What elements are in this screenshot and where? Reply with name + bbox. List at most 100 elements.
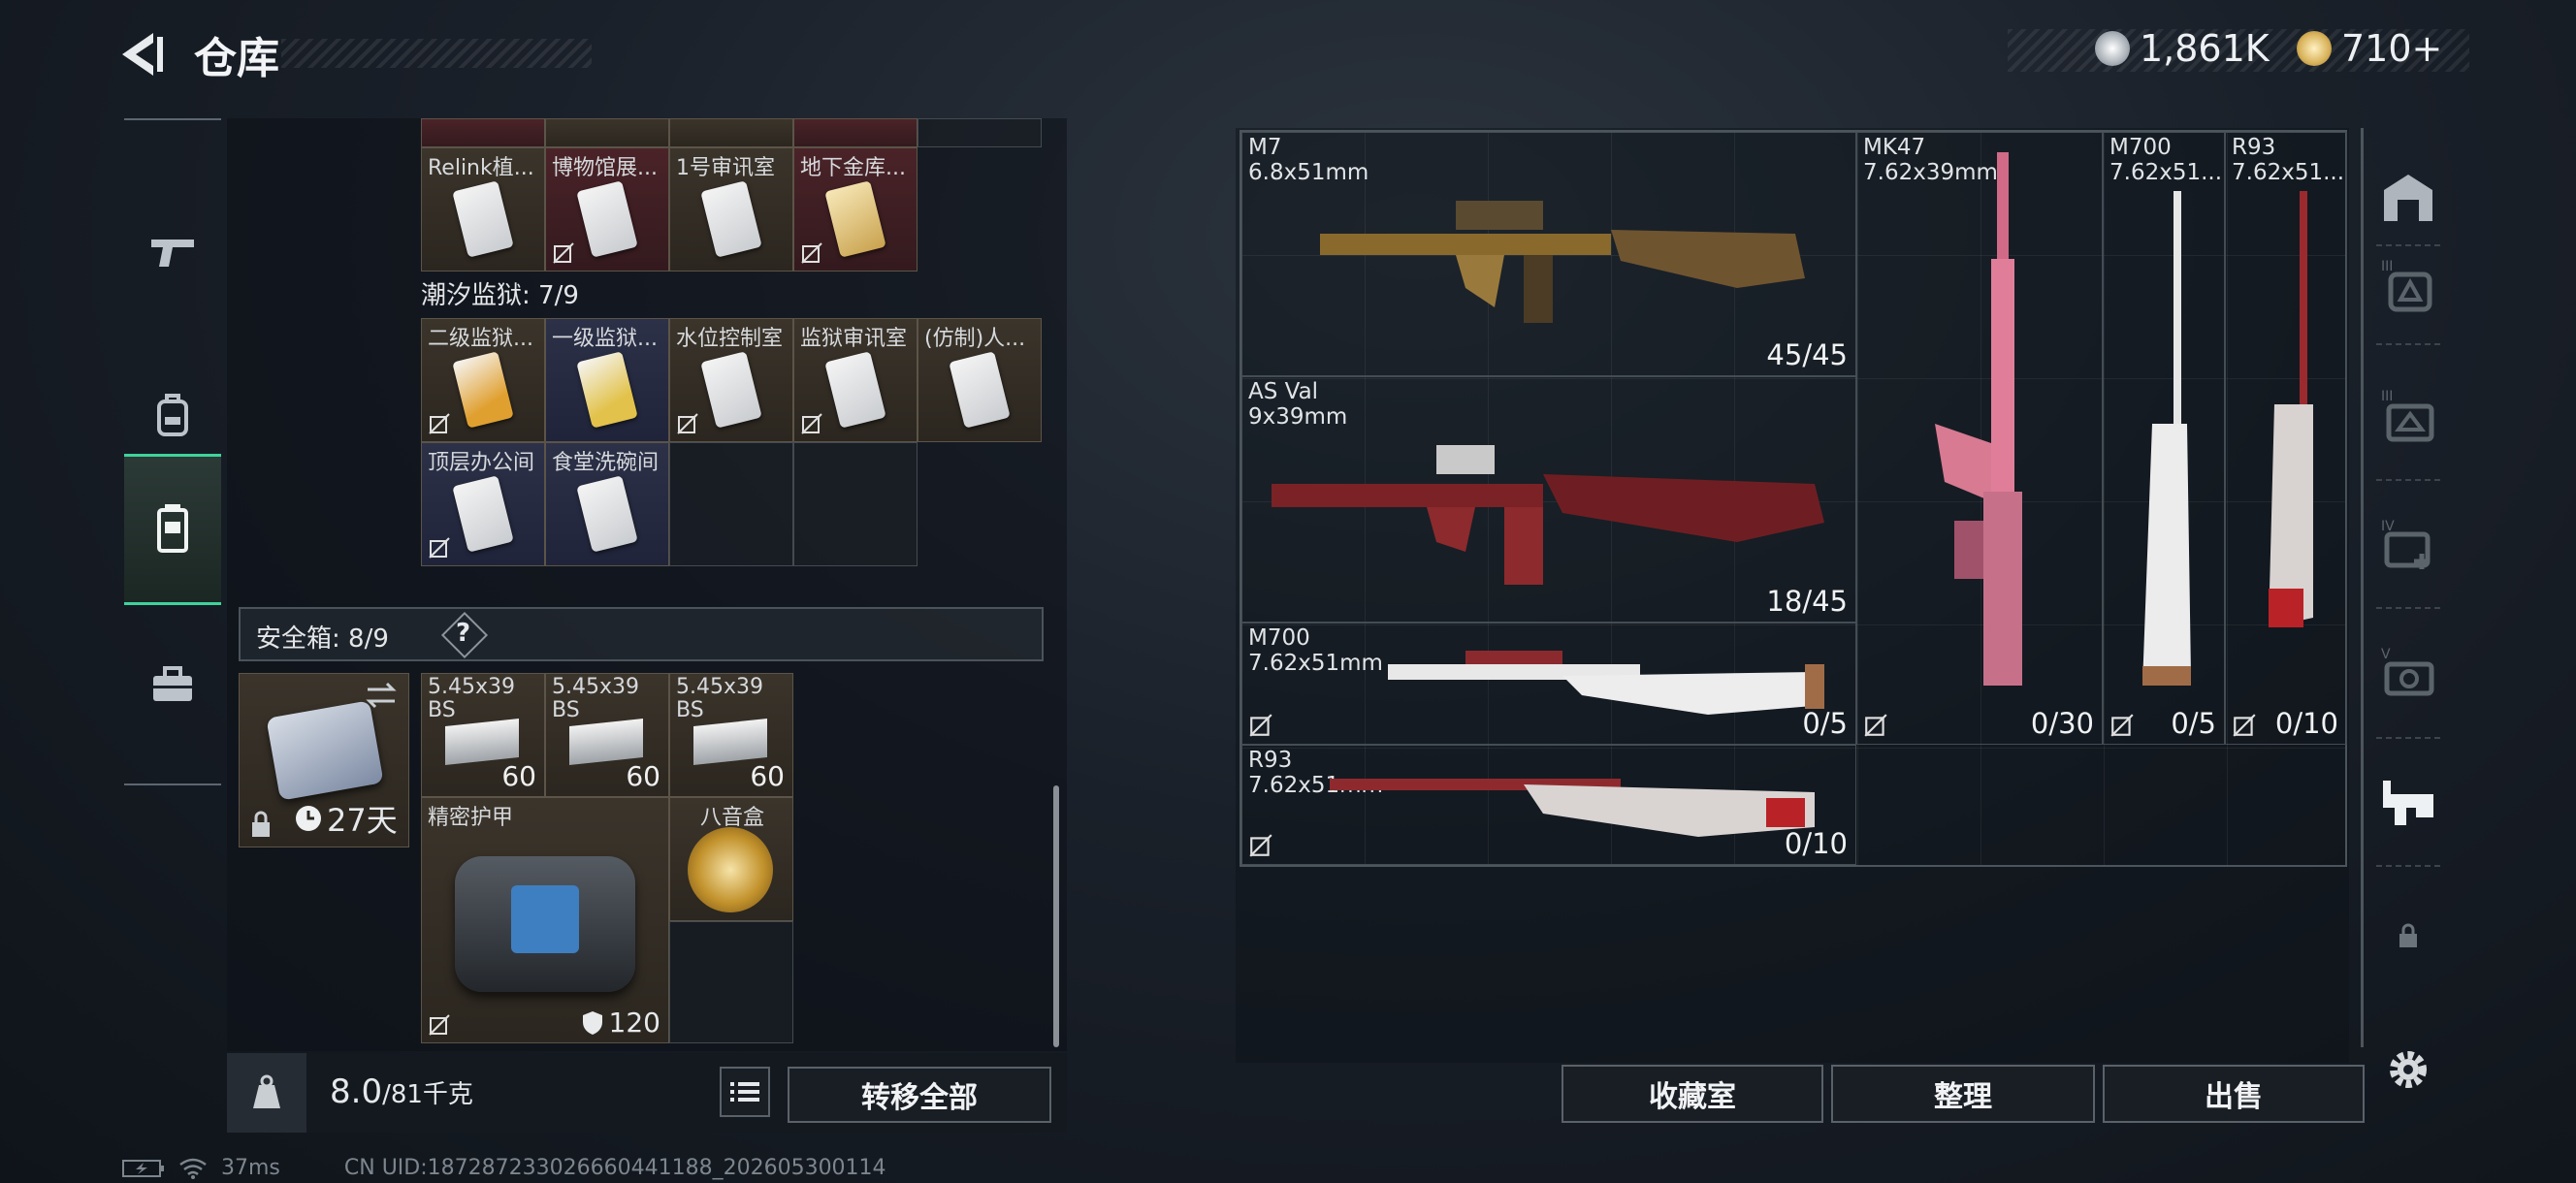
- organize-button[interactable]: 整理: [1831, 1065, 2095, 1123]
- weapon-ammo: 18/45: [1766, 585, 1848, 618]
- settings-icon: [2390, 1051, 2427, 1088]
- rifle-r93-vertical-icon: [2269, 191, 2313, 627]
- ammo-item[interactable]: 5.45x39 BS 60: [421, 673, 545, 797]
- no-loss-icon: [553, 242, 574, 264]
- item-label: 5.45x39 BS: [428, 675, 515, 722]
- weapon-m7[interactable]: M7 6.8x51mm 45/45: [1241, 132, 1856, 376]
- empty-slot[interactable]: [793, 442, 918, 566]
- item-label: 5.45x39 BS: [676, 675, 763, 722]
- settings-button[interactable]: [2376, 1038, 2440, 1102]
- divider: [2376, 244, 2440, 246]
- weapon-ammo: 0/10: [2274, 707, 2338, 740]
- rifle-as-val-icon: [1272, 445, 1824, 585]
- partial-row-cell[interactable]: [421, 118, 545, 147]
- weapon-r93-vertical[interactable]: R93 7.62x51... 0/10: [2225, 132, 2347, 745]
- weapon-mk47[interactable]: MK47 7.62x39mm 0/30: [1856, 132, 2103, 745]
- ping-text: 37ms: [221, 1156, 280, 1180]
- no-loss-icon: [1864, 714, 1887, 737]
- list-icon: [730, 1082, 759, 1102]
- durability-value: 120: [608, 1007, 660, 1039]
- partial-row-cell[interactable]: [669, 118, 793, 147]
- silver-amount: 1,861K: [2140, 27, 2270, 70]
- item-label: 一级监狱...: [552, 327, 658, 351]
- list-view-button[interactable]: [720, 1067, 770, 1117]
- camera-tier5-icon: V: [2381, 647, 2434, 696]
- durability: 120: [582, 1007, 660, 1039]
- weapon-m700-vertical[interactable]: M700 7.62x51... 0/5: [2103, 132, 2225, 745]
- key-item[interactable]: 食堂洗碗间: [545, 442, 669, 566]
- item-label: 监狱审讯室: [800, 327, 908, 351]
- weight-value: 8.0/81千克: [330, 1072, 473, 1111]
- gun-icon: [151, 240, 194, 267]
- camera-tier5-tab[interactable]: V: [2376, 640, 2440, 704]
- keycard-icon: [576, 351, 638, 429]
- weapon-m700[interactable]: M700 7.62x51mm 0/5: [1241, 623, 1856, 745]
- scrollbar[interactable]: [1053, 785, 1059, 1047]
- ammo-item[interactable]: 5.45x39 BS 60: [545, 673, 669, 797]
- divider: [2376, 479, 2440, 481]
- battery-icon: [122, 1159, 164, 1177]
- key-item[interactable]: Relink植...: [421, 147, 545, 272]
- weapon-r93[interactable]: R93 7.62x51mm 0/10: [1241, 745, 1856, 865]
- nav-chest-rig[interactable]: [124, 454, 221, 605]
- transfer-all-button[interactable]: 转移全部: [788, 1067, 1051, 1123]
- gold-coin-icon: [2297, 31, 2332, 66]
- medkit-tier4-tab[interactable]: IV: [2376, 512, 2440, 576]
- key-item[interactable]: 监狱审讯室: [793, 318, 918, 442]
- key-item[interactable]: 一级监狱...: [545, 318, 669, 442]
- key-item[interactable]: 二级监狱...: [421, 318, 545, 442]
- storage-icon: [2384, 175, 2432, 221]
- weapon-as-val[interactable]: AS Val 9x39mm 18/45: [1241, 376, 1856, 623]
- ammo-box-icon: [569, 719, 643, 765]
- rifle-m700-vertical-icon: [2142, 191, 2191, 686]
- weapon-name: M7: [1248, 135, 1282, 160]
- weapon-caliber: 7.62x51...: [2232, 160, 2345, 185]
- storage-tab[interactable]: [2376, 165, 2440, 229]
- help-icon[interactable]: ?: [456, 619, 470, 648]
- armor-tier3-tab[interactable]: III: [2376, 252, 2440, 316]
- partial-row-cell[interactable]: [545, 118, 669, 147]
- status-bar: 37ms CN UID:187287233026660441188_202605…: [122, 1156, 886, 1180]
- item-label: 5.45x39 BS: [552, 675, 639, 722]
- key-item[interactable]: (仿制)人...: [918, 318, 1042, 442]
- back-arrow-icon[interactable]: [114, 27, 173, 81]
- ammo-box-icon: [445, 719, 519, 765]
- key-item[interactable]: 水位控制室: [669, 318, 793, 442]
- partial-row-cell[interactable]: [793, 118, 918, 147]
- key-item[interactable]: 地下金库...: [793, 147, 918, 272]
- keycard-icon: [700, 351, 762, 429]
- music-box-icon: [688, 827, 773, 912]
- weapon-ammo: 0/5: [2171, 707, 2216, 740]
- gold-keycard-icon: [824, 180, 886, 258]
- key-item[interactable]: 博物馆展...: [545, 147, 669, 272]
- weight-max: /81千克: [382, 1080, 473, 1109]
- rifle-r93-icon: [1330, 779, 1815, 837]
- key-item[interactable]: 1号审讯室: [669, 147, 793, 272]
- locked-tab[interactable]: [2376, 904, 2440, 968]
- weapon-caliber: 7.62x51mm: [1248, 651, 1383, 676]
- keycard-icon: [949, 351, 1011, 429]
- item-count: 60: [626, 760, 660, 792]
- key-item[interactable]: 顶层办公间: [421, 442, 545, 566]
- chest-rig-icon: [157, 504, 188, 553]
- sell-button[interactable]: 出售: [2103, 1065, 2365, 1123]
- armor-item[interactable]: 精密护甲 120: [421, 797, 669, 1043]
- no-loss-icon: [2233, 714, 2256, 737]
- currency-gold[interactable]: 710+: [2297, 27, 2442, 70]
- swap-icon[interactable]: [364, 682, 399, 709]
- safebox-slot[interactable]: 27天: [239, 673, 409, 847]
- music-box-item[interactable]: 八音盒: [669, 797, 793, 921]
- item-label: 地下金库...: [800, 156, 906, 180]
- safebox-header: 安全箱: 8/9 ?: [239, 607, 1044, 661]
- empty-slot[interactable]: [669, 442, 793, 566]
- weapon-ammo: 0/30: [2030, 707, 2094, 740]
- no-loss-icon: [801, 242, 822, 264]
- empty-slot[interactable]: [669, 921, 793, 1043]
- nav-weapons[interactable]: [124, 178, 221, 324]
- weapon-bench-tab[interactable]: [2376, 770, 2440, 834]
- ammo-item[interactable]: 5.45x39 BS 60: [669, 673, 793, 797]
- nav-case[interactable]: [124, 613, 221, 758]
- weapon-ammo: 45/45: [1766, 338, 1848, 371]
- collection-room-button[interactable]: 收藏室: [1562, 1065, 1823, 1123]
- helmet-tier3-tab[interactable]: III: [2376, 382, 2440, 446]
